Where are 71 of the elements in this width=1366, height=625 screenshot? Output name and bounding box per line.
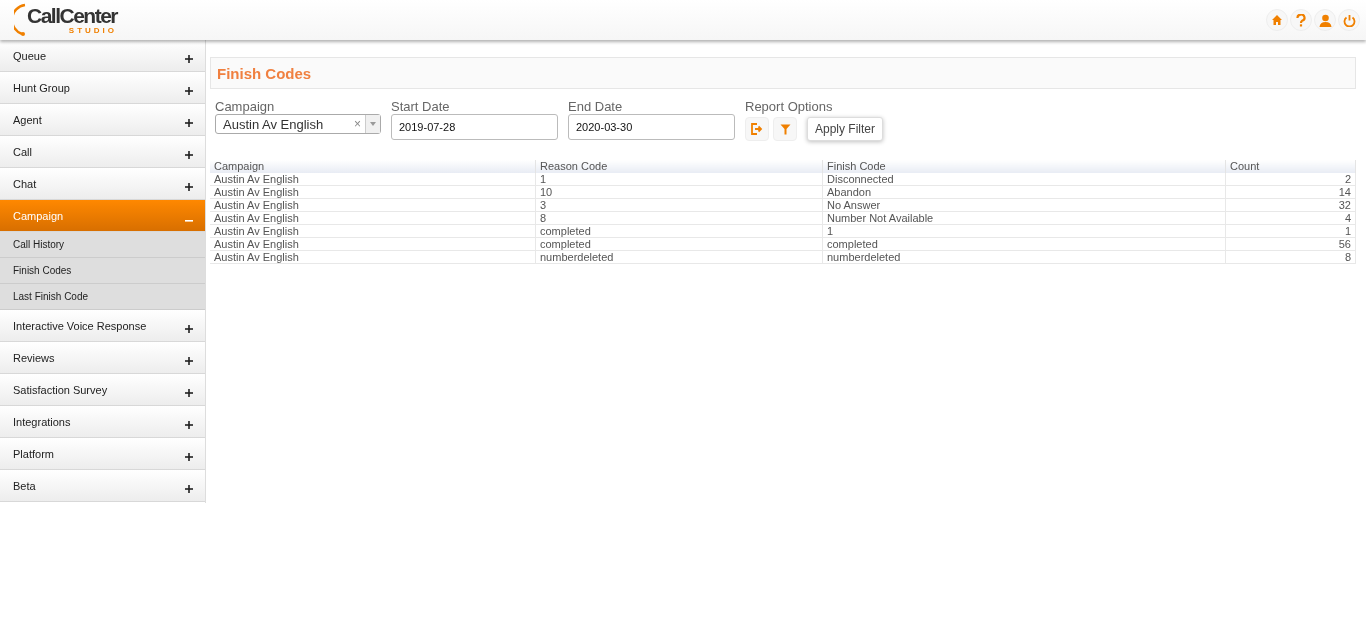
table-cell: completed (822, 237, 1226, 251)
expand-icon (185, 182, 193, 191)
table-cell: 8 (1225, 250, 1356, 264)
page-title: Finish Codes (217, 64, 312, 82)
field-label: End Date (568, 100, 624, 114)
table-cell: completed (535, 224, 823, 238)
filter-icon (779, 123, 791, 135)
table-cell: completed (535, 237, 823, 251)
field-label: Report Options (745, 100, 833, 114)
expand-icon (185, 54, 193, 63)
power-button[interactable] (1338, 9, 1360, 31)
table-cell: Austin Av English (210, 250, 536, 264)
table-cell: 10 (535, 185, 823, 199)
table-cell: 2 (1225, 173, 1356, 186)
export-button[interactable] (745, 117, 769, 141)
table-cell: 56 (1225, 237, 1356, 251)
table-cell: 4 (1225, 211, 1356, 225)
filter-button[interactable] (773, 117, 797, 141)
logo-text: CallCenter (27, 5, 118, 26)
table-cell: Abandon (822, 185, 1226, 199)
field-label: Campaign (215, 100, 276, 114)
user-icon (1318, 13, 1332, 27)
sidebar-subitem[interactable]: Call History (0, 232, 205, 258)
table-cell: 8 (535, 211, 823, 225)
campaign-select[interactable]: Austin Av English × (215, 114, 381, 134)
column-header[interactable]: Campaign (210, 160, 536, 173)
table-cell: 14 (1225, 185, 1356, 199)
column-header[interactable]: Count (1225, 160, 1356, 173)
clear-icon[interactable]: × (354, 117, 361, 131)
table-cell: Austin Av English (210, 173, 536, 186)
expand-icon (185, 118, 193, 127)
sidebar-subitem[interactable]: Last Finish Code (0, 284, 205, 310)
table-cell: Austin Av English (210, 198, 536, 212)
field-label: Start Date (391, 100, 451, 114)
column-header[interactable]: Finish Code (822, 160, 1226, 173)
user-button[interactable] (1314, 9, 1336, 31)
sidebar-subitem[interactable]: Finish Codes (0, 258, 205, 284)
table-cell: Number Not Available (822, 211, 1226, 225)
table-cell: 1 (1225, 224, 1356, 238)
table-cell: 1 (535, 173, 823, 186)
power-icon (1342, 13, 1356, 27)
expand-icon (185, 484, 193, 493)
help-icon (1296, 13, 1306, 27)
table-cell: Austin Av English (210, 224, 536, 238)
table-cell: 3 (535, 198, 823, 212)
table-cell: 1 (822, 224, 1226, 238)
expand-icon (185, 150, 193, 159)
date-field[interactable]: 2020-03-30 (568, 114, 735, 140)
tooltip: Apply Filter (807, 117, 884, 141)
logo-subtext: STUDIO (68, 26, 118, 35)
expand-icon (185, 86, 193, 95)
home-button[interactable] (1266, 9, 1288, 31)
column-header[interactable]: Reason Code (535, 160, 823, 173)
export-icon (751, 123, 763, 135)
table-cell: Austin Av English (210, 237, 536, 251)
expand-icon (185, 324, 193, 333)
table-cell: numberdeleted (822, 250, 1226, 264)
help-button[interactable] (1290, 9, 1312, 31)
logo-ring-icon (14, 3, 26, 37)
expand-icon (185, 356, 193, 365)
table-cell: No Answer (822, 198, 1226, 212)
expand-icon (185, 452, 193, 461)
home-icon (1271, 14, 1283, 26)
table-cell: Disconnected (822, 173, 1226, 186)
table-cell: 32 (1225, 198, 1356, 212)
expand-icon (185, 388, 193, 397)
table-cell: Austin Av English (210, 211, 536, 225)
date-field[interactable]: 2019-07-28 (391, 114, 558, 140)
table-cell: Austin Av English (210, 185, 536, 199)
table-cell: numberdeleted (535, 250, 823, 264)
expand-icon (185, 420, 193, 429)
